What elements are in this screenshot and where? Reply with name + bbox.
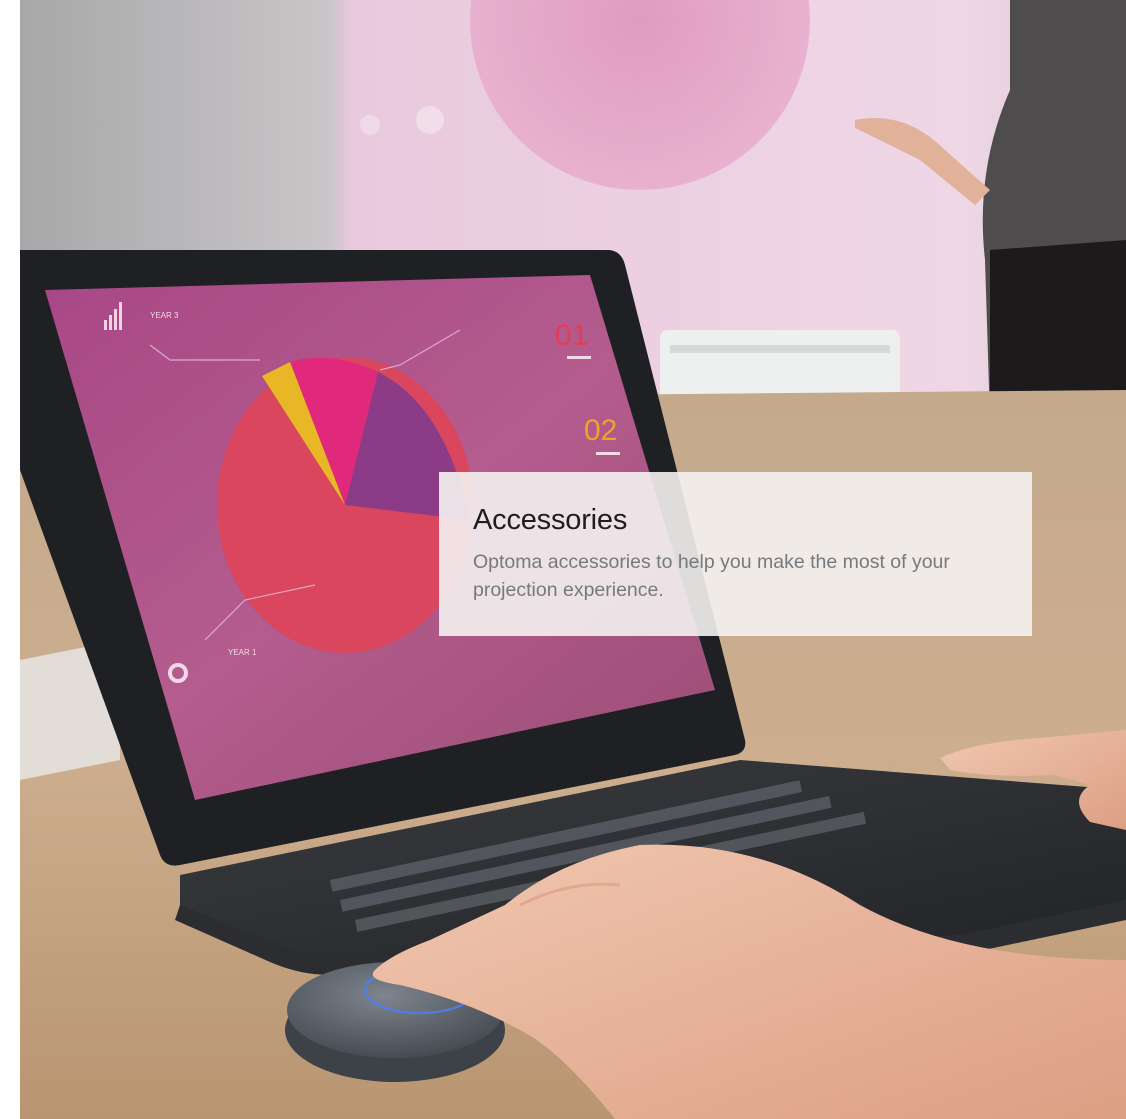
hero-caption-card: Accessories Optoma accessories to help y…	[439, 472, 1032, 636]
hero-description: Optoma accessories to help you make the …	[473, 551, 950, 601]
screen-year-label-top: YEAR 3	[150, 311, 179, 320]
screen-number-1: 01	[555, 319, 588, 352]
screen-number-2: 02	[584, 414, 617, 447]
screen-year-label: YEAR 1	[228, 648, 257, 657]
page-margin	[0, 0, 20, 1119]
hero-title: Accessories	[473, 504, 628, 536]
screen-pie-chart	[217, 357, 473, 653]
